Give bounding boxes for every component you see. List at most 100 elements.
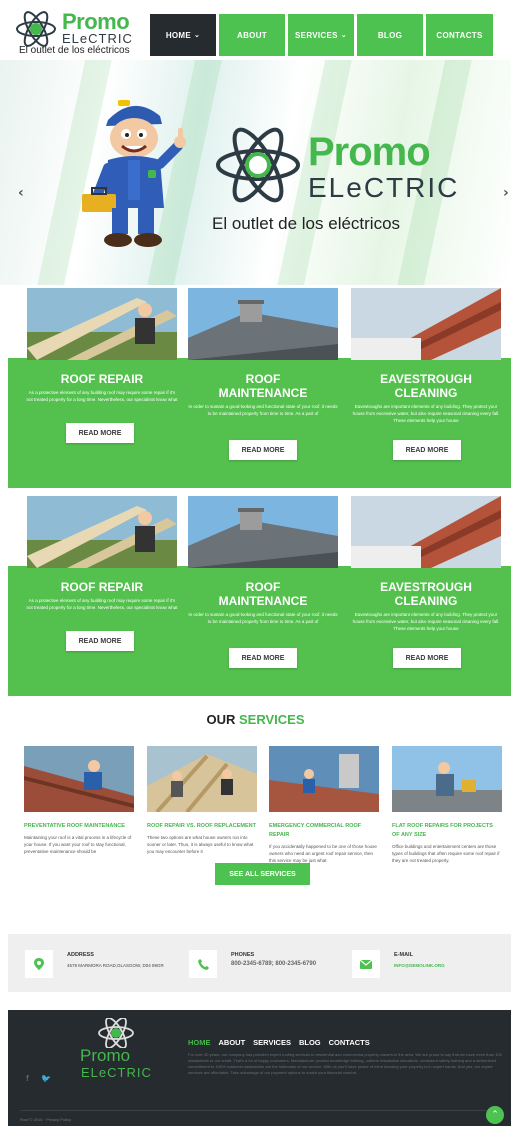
copyright-text: Roof © 2016 · Privacy Policy xyxy=(20,1117,71,1122)
nav-home[interactable]: HOME ⌄ xyxy=(150,14,216,56)
feature-card: ROOF REPAIR As a protective element of a… xyxy=(22,580,182,611)
phones-value[interactable]: 800-2345-6789; 800-2345-6790 xyxy=(231,961,316,967)
footer-logo[interactable]: Promo ELeCTRIC xyxy=(78,1018,158,1100)
service-title[interactable]: EMERGENCY COMMERCIAL ROOF REPAIR xyxy=(269,822,379,840)
footer-nav-about[interactable]: ABOUT xyxy=(219,1038,246,1047)
feature-text: In order to sustain a good-looking and f… xyxy=(188,404,338,416)
read-more-button[interactable]: READ MORE xyxy=(229,440,297,460)
read-more-button[interactable]: READ MORE xyxy=(229,648,297,668)
feature-title: ROOF REPAIR xyxy=(60,372,144,386)
electrician-mascot-illustration xyxy=(82,100,186,247)
nav-services[interactable]: SERVICES ⌄ xyxy=(288,14,354,56)
contact-strip: ADDRESS 4578 MARMORA ROAD,GLASGOW, D04 8… xyxy=(8,934,511,992)
atom-logo-icon xyxy=(16,11,56,47)
nav-contacts[interactable]: CONTACTS xyxy=(426,14,493,56)
site-logo[interactable]: Promo ELeCTRIC El outlet de los eléctric… xyxy=(14,8,144,58)
service-description: Office buildings and entertainment cente… xyxy=(392,844,500,863)
services-heading-accent: SERVICES xyxy=(238,712,305,727)
chevron-left-icon[interactable]: ‹ xyxy=(18,185,24,201)
feature-title: EAVESTROUGH CLEANING xyxy=(380,580,472,608)
feature-photo xyxy=(27,496,177,568)
service-card[interactable]: FLAT ROOF REPAIRS FOR PROJECTS OF ANY SI… xyxy=(392,746,502,864)
footer-logo-name: Promo xyxy=(80,1046,131,1065)
logo-sub: ELeCTRIC xyxy=(62,31,133,46)
hero-brand-sub: ELeCTRIC xyxy=(308,172,460,203)
read-more-button[interactable]: READ MORE xyxy=(66,423,134,443)
features-row: ROOF REPAIR As a protective element of a… xyxy=(8,288,511,488)
feature-photo xyxy=(188,288,338,360)
scroll-to-top-icon[interactable]: ⌃ xyxy=(486,1106,504,1124)
feature-text: In order to sustain a good-looking and f… xyxy=(188,612,338,624)
hero-slider: Promo ELeCTRIC El outlet de los eléctric… xyxy=(0,60,511,285)
site-footer: Promo ELeCTRIC f 🐦 HOME ABOUT SERVICES B… xyxy=(8,1010,511,1126)
hero-brand-name: Promo xyxy=(308,130,431,174)
footer-nav: HOME ABOUT SERVICES BLOG CONTACTS xyxy=(188,1038,370,1047)
service-card[interactable]: EMERGENCY COMMERCIAL ROOF REPAIR If you … xyxy=(269,746,379,864)
feature-title: ROOF MAINTENANCE xyxy=(218,372,308,400)
nav-about[interactable]: ABOUT xyxy=(219,14,285,56)
feature-card: EAVESTROUGH CLEANING Eavestroughs are im… xyxy=(346,372,506,424)
nav-blog-label: BLOG xyxy=(377,30,403,40)
feature-title: ROOF MAINTENANCE xyxy=(218,580,308,608)
main-nav: HOME ⌄ ABOUT SERVICES ⌄ BLOG CONTACTS xyxy=(150,14,493,56)
feature-card: ROOF REPAIR As a protective element of a… xyxy=(22,372,182,403)
see-all-services-button[interactable]: SEE ALL SERVICES xyxy=(215,863,310,885)
email-label: E-MAIL xyxy=(394,952,413,958)
phones-label: PHONES xyxy=(231,952,255,958)
chevron-down-icon: ⌄ xyxy=(340,32,347,39)
email-value[interactable]: INFO@DEMOLINK.ORG xyxy=(394,963,445,968)
eavestrough-photo xyxy=(351,288,501,360)
social-links: f 🐦 xyxy=(26,1074,61,1083)
footer-nav-blog[interactable]: BLOG xyxy=(299,1038,321,1047)
nav-home-label: HOME xyxy=(165,30,192,40)
service-card[interactable]: ROOF REPAIR VS. ROOF REPLACEMENT These t… xyxy=(147,746,257,855)
roofer-on-roof-photo xyxy=(24,746,134,812)
feature-card: EAVESTROUGH CLEANING Eavestroughs are im… xyxy=(346,580,506,632)
footer-nav-home[interactable]: HOME xyxy=(188,1038,211,1047)
feature-text: As a protective element of any building … xyxy=(26,390,178,402)
nav-services-label: SERVICES xyxy=(295,30,338,40)
service-thumbnail xyxy=(147,746,257,812)
envelope-icon xyxy=(352,950,380,978)
atom-logo-icon xyxy=(98,1018,134,1048)
feature-photo xyxy=(351,288,501,360)
feature-title: ROOF REPAIR xyxy=(60,580,144,594)
footer-divider xyxy=(20,1110,499,1111)
feature-photo xyxy=(351,496,501,568)
service-title[interactable]: FLAT ROOF REPAIRS FOR PROJECTS OF ANY SI… xyxy=(392,822,502,840)
nav-contacts-label: CONTACTS xyxy=(436,30,483,40)
address-label: ADDRESS xyxy=(67,952,94,958)
facebook-icon[interactable]: f xyxy=(26,1074,29,1083)
chevron-right-icon[interactable]: › xyxy=(503,185,509,201)
feature-title: EAVESTROUGH CLEANING xyxy=(380,372,472,400)
service-description: Maintaining your roof is a vital process… xyxy=(24,835,132,854)
service-title[interactable]: PREVENTATIVE ROOF MAINTENANCE xyxy=(24,822,134,831)
site-header: Promo ELeCTRIC El outlet de los eléctric… xyxy=(0,0,511,60)
chevron-down-icon: ⌄ xyxy=(194,32,201,39)
commercial-roof-repair-photo xyxy=(269,746,379,812)
feature-text: Eavestroughs are important elements of a… xyxy=(352,612,500,631)
flat-roof-repair-photo xyxy=(392,746,502,812)
service-thumbnail xyxy=(269,746,379,812)
footer-about-text: For over 40 years, our company has provi… xyxy=(188,1052,502,1075)
read-more-button[interactable]: READ MORE xyxy=(393,440,461,460)
service-thumbnail xyxy=(392,746,502,812)
footer-nav-services[interactable]: SERVICES xyxy=(253,1038,291,1047)
address-value: 4578 MARMORA ROAD,GLASGOW, D04 89GR xyxy=(67,963,164,968)
feature-photo xyxy=(188,496,338,568)
nav-blog[interactable]: BLOG xyxy=(357,14,423,56)
roof-repair-photo xyxy=(27,496,177,568)
services-heading: OUR SERVICES xyxy=(0,712,511,727)
service-thumbnail xyxy=(24,746,134,812)
read-more-button[interactable]: READ MORE xyxy=(66,631,134,651)
service-card[interactable]: PREVENTATIVE ROOF MAINTENANCE Maintainin… xyxy=(24,746,134,855)
feature-card: ROOF MAINTENANCE In order to sustain a g… xyxy=(183,372,343,417)
twitter-icon[interactable]: 🐦 xyxy=(41,1074,51,1083)
read-more-button[interactable]: READ MORE xyxy=(393,648,461,668)
features-row: ROOF REPAIR As a protective element of a… xyxy=(8,496,511,696)
feature-card: ROOF MAINTENANCE In order to sustain a g… xyxy=(183,580,343,625)
feature-text: Eavestroughs are important elements of a… xyxy=(352,404,500,423)
service-title[interactable]: ROOF REPAIR VS. ROOF REPLACEMENT xyxy=(147,822,257,831)
nav-about-label: ABOUT xyxy=(237,30,267,40)
footer-nav-contacts[interactable]: CONTACTS xyxy=(329,1038,370,1047)
